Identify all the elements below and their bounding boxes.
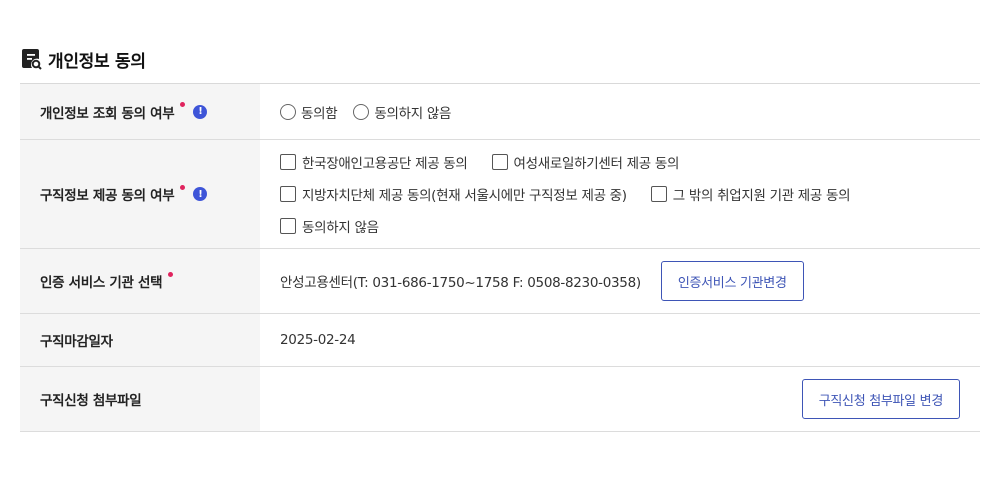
jobinfo-consent-label: 구직정보 제공 동의 여부 [40, 188, 175, 204]
deadline-label-cell: 구직마감일자 [20, 314, 260, 366]
jobinfo-consent-value-cell: 한국장애인고용공단 제공 동의 여성새로일하기센터 제공 동의 지방자치단체 제… [260, 140, 980, 248]
required-marker-icon [168, 271, 174, 277]
privacy-consent-label-cell: 개인정보 조회 동의 여부 ! [20, 84, 260, 139]
radio-circle-icon[interactable] [353, 103, 370, 120]
radio-agree-label: 동의함 [301, 105, 338, 122]
radio-circle-icon[interactable] [280, 103, 296, 120]
radio-disagree-label: 동의하지 않음 [374, 105, 452, 122]
info-icon[interactable]: ! [193, 104, 208, 119]
privacy-consent-value-cell: 동의함 동의하지 않음 [260, 84, 980, 139]
info-icon[interactable]: ! [193, 187, 208, 201]
cert-service-label-cell: 인증 서비스 기관 선택 [20, 249, 260, 313]
section-header: 개인정보 동의 [22, 47, 146, 72]
checkbox-icon[interactable] [650, 186, 667, 202]
checkbox-other-agency[interactable]: 그 밖의 취업지원 기관 제공 동의 [650, 184, 851, 204]
attachment-row: 구직신청 첨부파일 구직신청 첨부파일 변경 [20, 367, 980, 432]
checkbox-kead[interactable]: 한국장애인고용공단 제공 동의 [280, 152, 468, 172]
jobinfo-consent-checkbox-group: 한국장애인고용공단 제공 동의 여성새로일하기센터 제공 동의 지방자치단체 제… [280, 151, 851, 237]
checkbox-line: 동의하지 않음 [280, 216, 850, 236]
privacy-consent-label: 개인정보 조회 동의 여부 [40, 105, 175, 122]
checkbox-local-gov[interactable]: 지방자치단체 제공 동의(현재 서울시에만 구직정보 제공 중) [280, 184, 627, 204]
checkbox-icon[interactable] [280, 186, 296, 202]
jobinfo-consent-row: 구직정보 제공 동의 여부 ! 한국장애인고용공단 제공 동의 여성새로일하기센… [20, 140, 980, 249]
attachment-value-cell: 구직신청 첨부파일 변경 [260, 367, 980, 431]
cert-service-row: 인증 서비스 기관 선택 안성고용센터(T: 031-686-1750~1758… [20, 249, 980, 314]
radio-agree[interactable]: 동의함 [280, 102, 338, 122]
deadline-label: 구직마감일자 [40, 334, 113, 350]
checkbox-line: 지방자치단체 제공 동의(현재 서울시에만 구직정보 제공 중) 그 밖의 취업… [280, 184, 851, 204]
checkbox-other-agency-label: 그 밖의 취업지원 기관 제공 동의 [672, 188, 851, 204]
required-marker-icon [180, 184, 186, 190]
change-attachment-button[interactable]: 구직신청 첨부파일 변경 [801, 379, 960, 419]
change-cert-service-button[interactable]: 인증서비스 기관변경 [660, 261, 804, 301]
attachment-label: 구직신청 첨부파일 [40, 393, 142, 409]
jobinfo-consent-label-cell: 구직정보 제공 동의 여부 ! [20, 140, 260, 248]
radio-disagree[interactable]: 동의하지 않음 [353, 102, 451, 122]
section-title: 개인정보 동의 [48, 51, 146, 72]
checkbox-women-center[interactable]: 여성새로일하기센터 제공 동의 [491, 152, 680, 172]
checkbox-line: 한국장애인고용공단 제공 동의 여성새로일하기센터 제공 동의 [280, 152, 850, 172]
checkbox-disagree-label: 동의하지 않음 [302, 220, 379, 236]
deadline-value: 2025-02-24 [280, 332, 356, 348]
checkbox-women-center-label: 여성새로일하기센터 제공 동의 [513, 156, 680, 172]
deadline-row: 구직마감일자 2025-02-24 [20, 314, 980, 367]
checkbox-icon[interactable] [280, 218, 296, 234]
cert-service-value: 안성고용센터(T: 031-686-1750~1758 F: 0508-8230… [280, 275, 641, 291]
checkbox-local-gov-label: 지방자치단체 제공 동의(현재 서울시에만 구직정보 제공 중) [302, 188, 627, 204]
privacy-consent-radio-group: 동의함 동의하지 않음 [280, 102, 451, 122]
cert-service-label: 인증 서비스 기관 선택 [40, 275, 163, 291]
checkbox-icon[interactable] [280, 154, 296, 170]
cert-service-value-cell: 안성고용센터(T: 031-686-1750~1758 F: 0508-8230… [260, 249, 980, 313]
document-search-icon [22, 48, 42, 70]
consent-form-table: 개인정보 조회 동의 여부 ! 동의함 동의하지 않음 구직정보 제공 동의 여… [20, 83, 980, 432]
checkbox-kead-label: 한국장애인고용공단 제공 동의 [302, 156, 468, 172]
deadline-value-cell: 2025-02-24 [260, 314, 980, 366]
required-marker-icon [180, 102, 186, 107]
checkbox-icon[interactable] [491, 154, 508, 170]
attachment-label-cell: 구직신청 첨부파일 [20, 367, 260, 431]
privacy-consent-row: 개인정보 조회 동의 여부 ! 동의함 동의하지 않음 [20, 84, 980, 140]
checkbox-disagree[interactable]: 동의하지 않음 [280, 216, 379, 236]
